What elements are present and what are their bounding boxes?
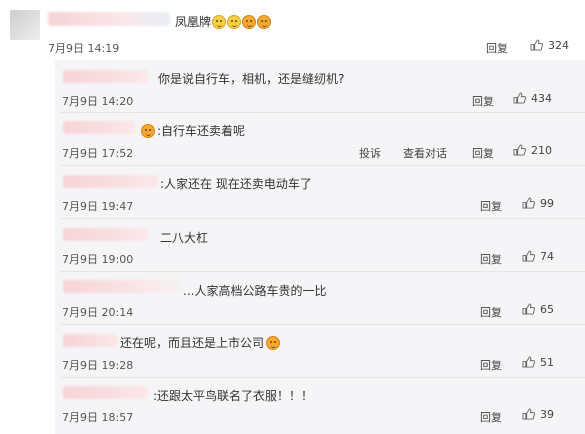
reply-author[interactable] xyxy=(63,175,158,188)
reply-item: :还跟太平鸟联名了衣服！！！ 7月9日 18:57 回复 39 xyxy=(55,378,585,431)
reply-item: 还在呢，而且还是上市公司 7月9日 19:28 回复 51 xyxy=(55,325,585,378)
like-count: 434 xyxy=(531,92,552,105)
like-count: 39 xyxy=(540,408,554,421)
thumbs-up-icon xyxy=(513,144,526,156)
emoji-icon xyxy=(141,124,155,138)
like-count: 74 xyxy=(540,250,554,263)
reply-item: ...人家高档公路车贵的一比 7月9日 20:14 回复 65 xyxy=(55,272,585,325)
thumbs-up-icon xyxy=(522,250,535,262)
reply-author[interactable] xyxy=(63,386,148,399)
reply-button[interactable]: 回复 xyxy=(480,304,502,320)
reply-item: :人家还在 现在还卖电动车了 7月9日 19:47 回复 99 xyxy=(55,166,585,219)
like-button[interactable]: 51 xyxy=(522,356,554,369)
like-count: 324 xyxy=(548,39,569,52)
comment-time: 7月9日 14:19 xyxy=(48,42,120,55)
report-button[interactable]: 投诉 xyxy=(359,145,381,161)
thumbs-up-icon xyxy=(513,92,526,104)
like-button[interactable]: 324 xyxy=(530,39,569,52)
reply-item: 二八大杠 7月9日 19:00 回复 74 xyxy=(55,219,585,272)
reply-author[interactable] xyxy=(63,121,135,134)
reply-text: 还在呢，而且还是上市公司 xyxy=(120,334,281,351)
reply-item: 你是说自行车，相机，还是缝纫机? 7月9日 14:20 回复 434 xyxy=(55,60,585,113)
reply-button[interactable]: 回复 xyxy=(480,251,502,267)
reply-text: ...人家高档公路车贵的一比 xyxy=(183,284,327,298)
reply-button[interactable]: 回复 xyxy=(480,357,502,373)
reply-time: 7月9日 19:28 xyxy=(62,359,134,372)
like-button[interactable]: 434 xyxy=(513,92,552,105)
thumbs-up-icon xyxy=(522,408,535,420)
reply-text: :自行车还卖着呢 xyxy=(140,122,245,139)
reply-time: 7月9日 17:52 xyxy=(62,147,134,160)
reply-button[interactable]: 回复 xyxy=(472,145,494,161)
commenter-name[interactable] xyxy=(48,12,170,26)
reply-button[interactable]: 回复 xyxy=(486,40,508,56)
like-button[interactable]: 39 xyxy=(522,408,554,421)
emoji-icon xyxy=(266,336,281,350)
thumbs-up-icon xyxy=(522,303,535,315)
view-conversation-button[interactable]: 查看对话 xyxy=(403,145,447,161)
thumbs-up-icon xyxy=(522,356,535,368)
reply-text: 二八大杠 xyxy=(160,231,209,245)
reply-time: 7月9日 19:00 xyxy=(62,253,134,266)
like-button[interactable]: 210 xyxy=(513,144,552,157)
reply-text: :人家还在 现在还卖电动车了 xyxy=(160,177,312,191)
reply-author[interactable] xyxy=(63,280,183,293)
emoji-icon xyxy=(242,15,257,29)
reply-author[interactable] xyxy=(63,70,148,83)
reply-button[interactable]: 回复 xyxy=(480,409,502,425)
reply-button[interactable]: 回复 xyxy=(472,93,494,109)
reply-item: :自行车还卖着呢 7月9日 17:52 投诉 查看对话 回复 210 xyxy=(55,113,585,166)
reply-time: 7月9日 19:47 xyxy=(62,200,134,213)
reply-text: :还跟太平鸟联名了衣服！！！ xyxy=(153,389,314,403)
comment-text: 凤凰牌 xyxy=(175,13,272,30)
reply-text: 你是说自行车，相机，还是缝纫机? xyxy=(158,72,345,86)
emoji-icon xyxy=(257,15,272,29)
like-count: 65 xyxy=(540,303,554,316)
reply-time: 7月9日 20:14 xyxy=(62,306,134,319)
like-button[interactable]: 99 xyxy=(522,197,554,210)
like-button[interactable]: 74 xyxy=(522,250,554,263)
like-count: 210 xyxy=(531,144,552,157)
reply-button[interactable]: 回复 xyxy=(480,198,502,214)
emoji-icon xyxy=(227,15,242,29)
avatar[interactable] xyxy=(10,10,40,40)
like-count: 99 xyxy=(540,197,554,210)
thumbs-up-icon xyxy=(530,39,543,51)
reply-author[interactable] xyxy=(63,334,118,347)
reply-time: 7月9日 14:20 xyxy=(62,95,134,108)
emoji-icon xyxy=(212,15,227,29)
like-count: 51 xyxy=(540,356,554,369)
thumbs-up-icon xyxy=(522,197,535,209)
like-button[interactable]: 65 xyxy=(522,303,554,316)
reply-author[interactable] xyxy=(63,228,148,241)
reply-time: 7月9日 18:57 xyxy=(62,411,134,424)
